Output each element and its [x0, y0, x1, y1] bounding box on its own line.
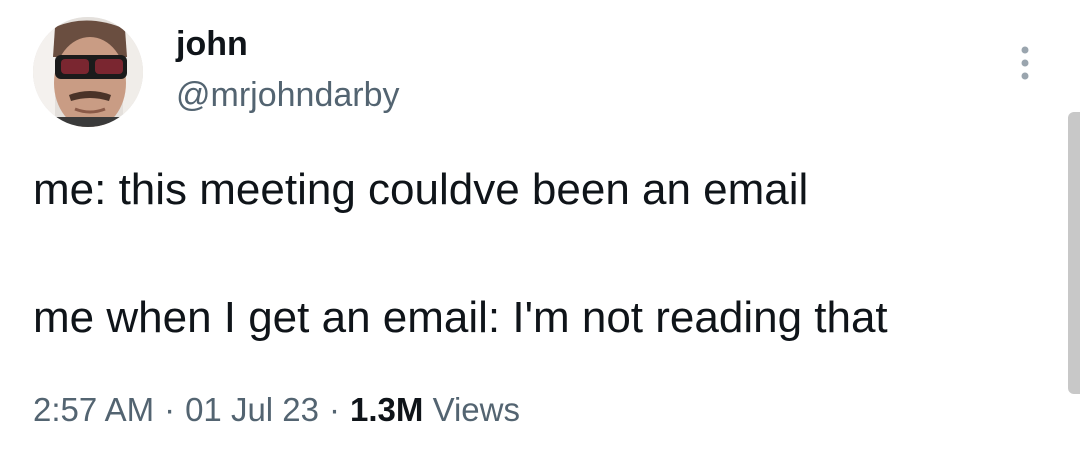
- more-vertical-icon: [1021, 46, 1029, 80]
- scrollbar[interactable]: [1068, 112, 1080, 394]
- more-options-button[interactable]: [1010, 40, 1040, 86]
- user-handle[interactable]: @mrjohndarby: [176, 73, 400, 117]
- tweet-line-1: me: this meeting couldve been an email: [33, 165, 809, 214]
- display-name[interactable]: john: [176, 22, 248, 66]
- avatar-image: [33, 17, 143, 127]
- tweet-meta: 2:57 AM · 01 Jul 23 · 1.3M Views: [33, 388, 520, 432]
- views-count[interactable]: 1.3M: [350, 391, 423, 428]
- tweet-date[interactable]: 01 Jul 23: [185, 391, 319, 428]
- tweet-time[interactable]: 2:57 AM: [33, 391, 154, 428]
- views-label[interactable]: Views: [433, 391, 520, 428]
- tweet-text: me: this meeting couldve been an email m…: [33, 160, 1043, 348]
- tweet-line-2: me when I get an email: I'm not reading …: [33, 293, 888, 342]
- meta-separator: ·: [164, 391, 176, 428]
- avatar[interactable]: [33, 17, 143, 127]
- tweet-paragraph-gap: [33, 220, 1043, 288]
- meta-separator: ·: [329, 391, 341, 428]
